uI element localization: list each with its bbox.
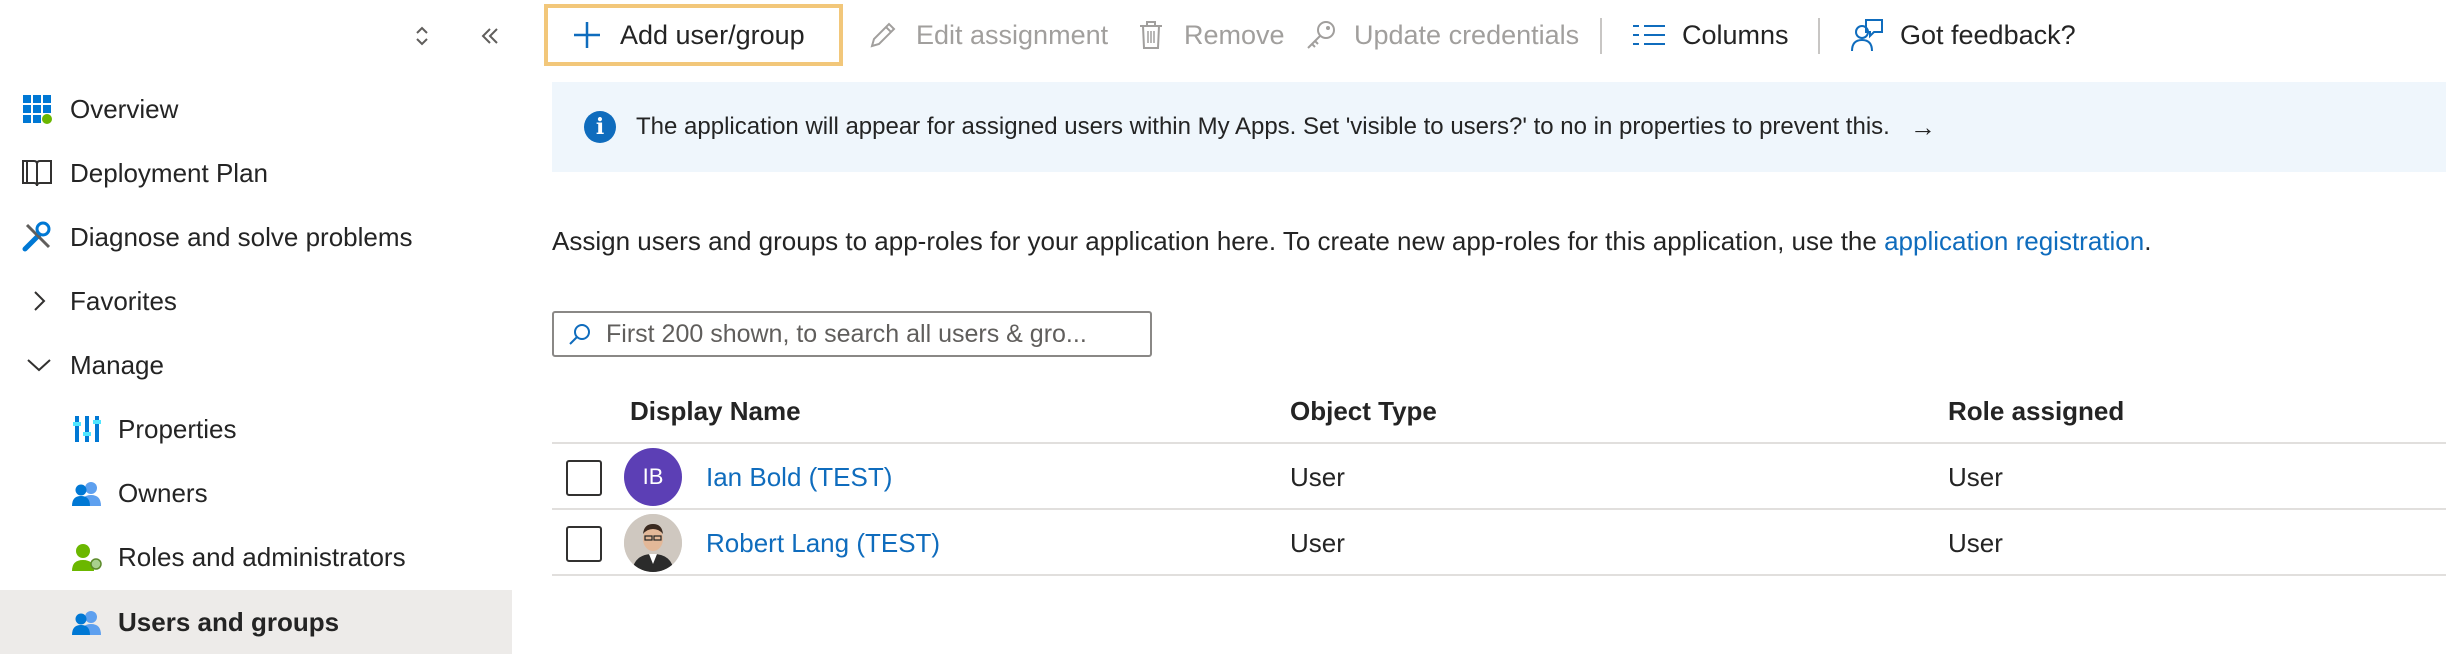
role-assigned-cell: User [1948,528,2003,558]
feedback-button[interactable]: Got feedback? [1850,4,2076,66]
column-header-role-assigned[interactable]: Role assigned [1948,396,2124,427]
table-header-row: Display Name Object Type Role assigned [552,380,2446,444]
feedback-label: Got feedback? [1900,19,2076,50]
table-row: Robert Lang (TEST) User User [552,510,2446,576]
sidebar-item-owners[interactable]: Owners [0,462,512,524]
avatar: IB [624,448,682,506]
sidebar-item-deployment-plan[interactable]: Deployment Plan [0,142,512,204]
sidebar-item-favorites[interactable]: Favorites [0,270,512,332]
search-input[interactable] [604,318,1128,350]
book-icon [20,156,54,190]
remove-button[interactable]: Remove [1134,4,1285,66]
feedback-icon [1850,18,1884,52]
columns-label: Columns [1682,19,1789,50]
sidebar-item-label: Owners [118,477,208,508]
add-user-group-button[interactable]: Add user/group [544,4,843,66]
role-assigned-cell: User [1948,462,2003,492]
assignments-table: Display Name Object Type Role assigned I… [552,380,2446,576]
tools-icon [20,220,54,254]
remove-label: Remove [1184,19,1285,50]
description-text: Assign users and groups to app-roles for… [552,226,1885,256]
sidebar: Overview Deployment Plan Diagnose and so… [0,0,512,662]
sidebar-item-properties[interactable]: Properties [0,398,512,460]
edit-assignment-label: Edit assignment [916,19,1109,50]
users-groups-icon [70,605,104,639]
application-registration-link[interactable]: application registration [1884,226,2144,256]
sidebar-item-label: Manage [70,349,164,380]
column-header-display-name[interactable]: Display Name [630,396,801,427]
columns-button[interactable]: Columns [1632,4,1789,66]
info-banner: i The application will appear for assign… [552,82,2446,172]
add-user-group-label: Add user/group [620,19,805,50]
sort-toggle-icon[interactable] [400,14,444,58]
sidebar-item-label: Properties [118,413,237,444]
chevron-right-icon [22,284,56,318]
trash-icon [1134,18,1168,52]
sidebar-item-label: Roles and administrators [118,541,406,572]
search-icon [568,322,592,346]
search-box [552,311,1152,357]
overview-grid-icon [20,92,54,126]
plus-icon [570,18,604,52]
update-credentials-button[interactable]: Update credentials [1304,4,1579,66]
row-checkbox[interactable] [566,460,602,496]
info-icon: i [584,111,616,143]
arrow-right-icon[interactable]: → [1910,112,1936,143]
sidebar-item-label: Favorites [70,285,177,316]
sidebar-item-label: Users and groups [118,606,340,637]
owners-icon [70,476,104,510]
page-description: Assign users and groups to app-roles for… [552,226,2151,257]
roles-icon [70,540,104,574]
edit-assignment-button[interactable]: Edit assignment [866,4,1108,66]
avatar [624,514,682,572]
info-banner-text: The application will appear for assigned… [636,113,1890,140]
object-type-cell: User [1290,528,1345,558]
sidebar-controls [0,14,512,58]
table-row: IB Ian Bold (TEST) User User [552,444,2446,510]
column-header-object-type[interactable]: Object Type [1290,396,1437,427]
sidebar-item-roles[interactable]: Roles and administrators [0,526,512,588]
sidebar-item-overview[interactable]: Overview [0,78,512,140]
properties-icon [70,412,104,446]
object-type-cell: User [1290,462,1345,492]
user-name-link[interactable]: Robert Lang (TEST) [706,528,940,559]
toolbar-divider [1600,18,1602,54]
sidebar-item-label: Diagnose and solve problems [70,221,413,252]
sidebar-item-diagnose[interactable]: Diagnose and solve problems [0,206,512,268]
command-toolbar: Add user/group Edit assignment Remove Up… [540,0,2458,72]
description-suffix: . [2144,226,2152,256]
sidebar-item-label: Overview [70,93,179,124]
columns-icon [1632,18,1666,52]
row-checkbox[interactable] [566,526,602,562]
sidebar-item-users-and-groups[interactable]: Users and groups [0,590,512,654]
user-photo-icon [624,514,682,572]
update-credentials-label: Update credentials [1354,19,1580,50]
toolbar-divider [1818,18,1820,54]
sidebar-item-label: Deployment Plan [70,157,268,188]
user-name-link[interactable]: Ian Bold (TEST) [706,462,892,493]
collapse-sidebar-icon[interactable] [468,14,512,58]
pencil-icon [866,18,900,52]
chevron-down-icon [22,348,56,382]
sidebar-item-manage[interactable]: Manage [0,334,512,396]
key-icon [1304,18,1338,52]
